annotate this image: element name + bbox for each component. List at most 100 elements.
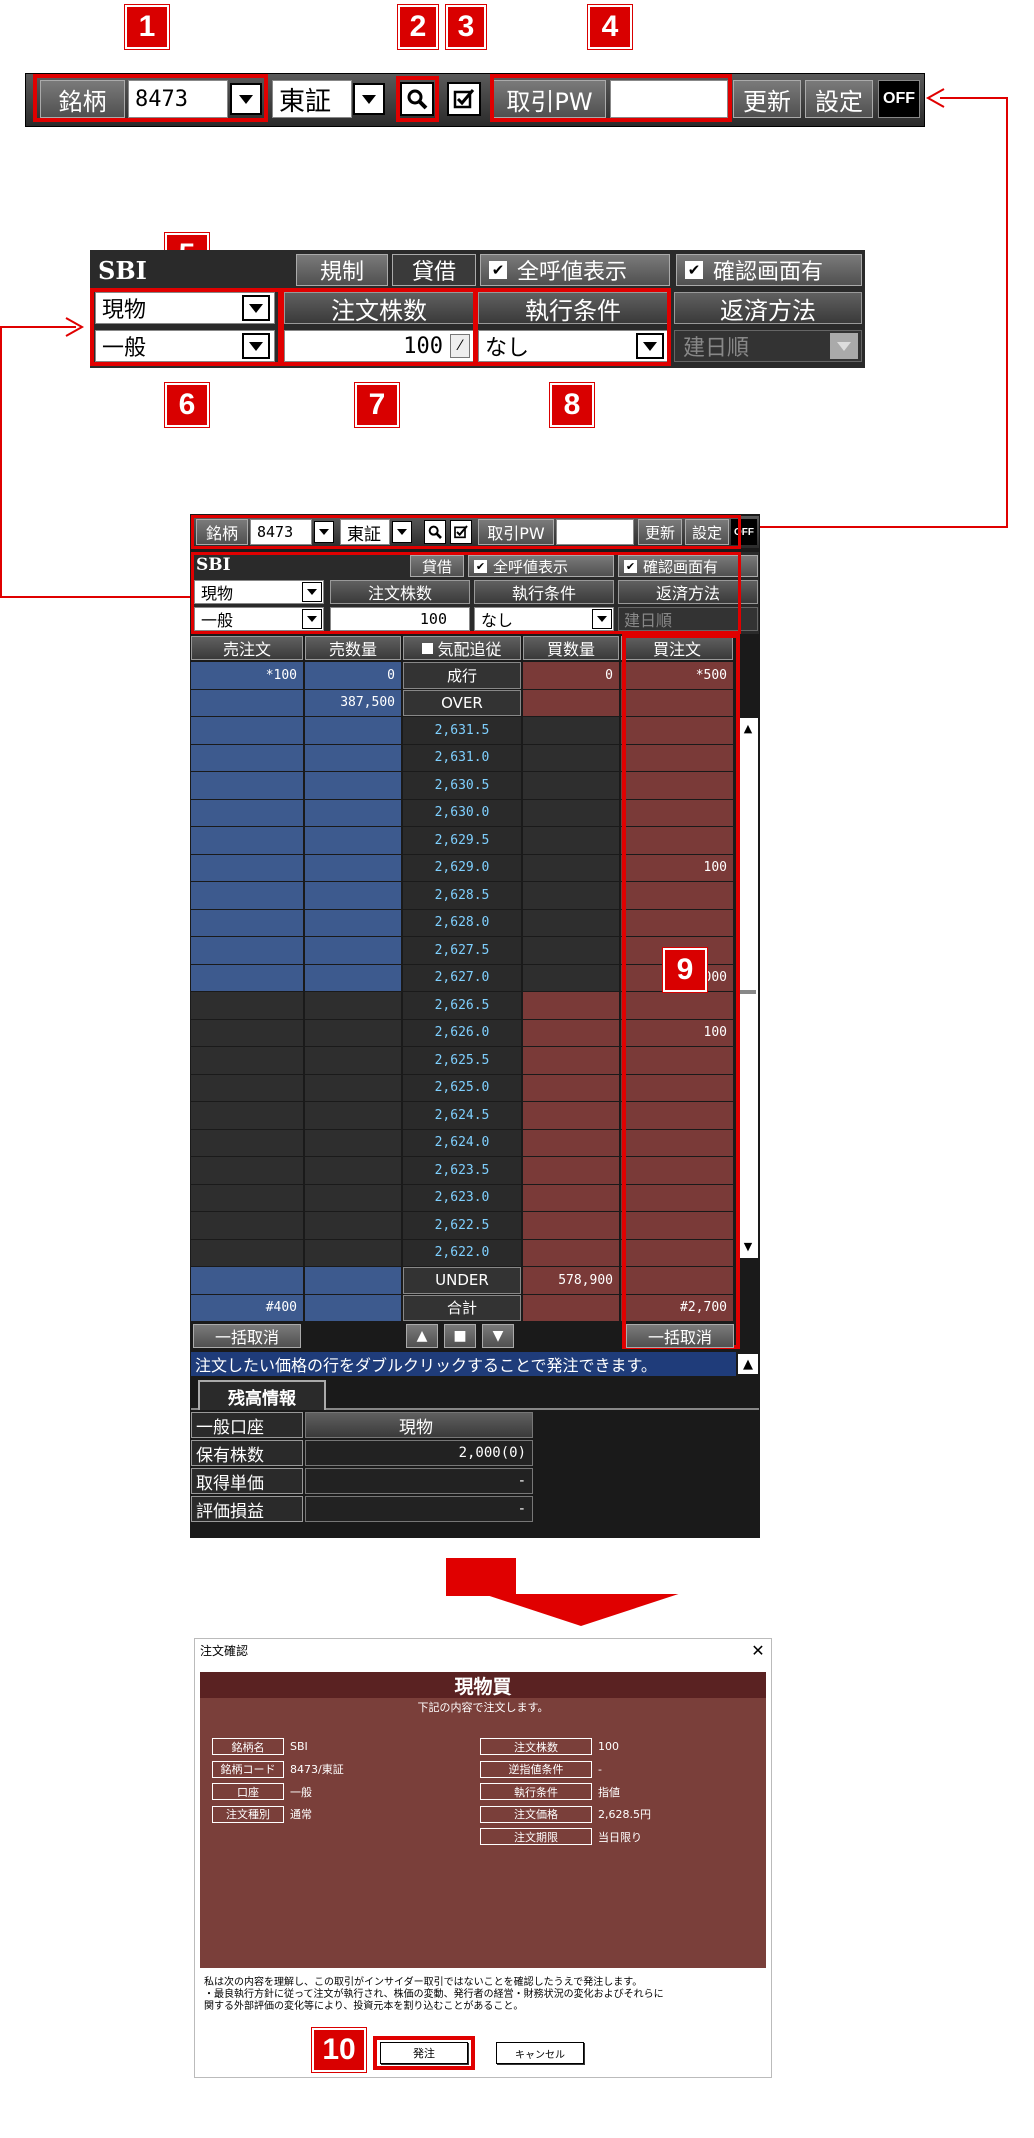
price-cell[interactable]: 2,628.0 [403,909,521,936]
confirm-screen-toggle[interactable]: ✔ 確認画面有 [676,254,862,286]
sell-order-cell[interactable] [191,689,303,716]
price-cell[interactable]: 成行 [403,662,521,689]
buy-qty-cell[interactable] [523,909,619,936]
sell-order-cell[interactable]: #400 [191,1294,303,1321]
sell-qty-cell[interactable] [305,717,401,744]
price-cell[interactable]: 2,628.5 [403,882,521,909]
buy-qty-cell[interactable] [523,744,619,771]
market-select[interactable]: 東証 [272,80,352,118]
sell-order-cell[interactable] [191,882,303,909]
sell-qty-cell[interactable] [305,799,401,826]
price-cell[interactable]: 2,623.5 [403,1157,521,1184]
board-scrollbar[interactable] [738,718,758,1258]
buy-qty-cell[interactable] [523,854,619,881]
holdings-tab[interactable]: 残高情報 [198,1380,326,1410]
sell-order-cell[interactable] [191,1074,303,1101]
sell-qty-cell[interactable] [305,744,401,771]
buy-qty-cell[interactable] [523,827,619,854]
price-cell[interactable]: 2,631.5 [403,717,521,744]
sell-order-cell[interactable] [191,1239,303,1266]
price-cell[interactable]: 2,627.5 [403,937,521,964]
buy-qty-cell[interactable] [523,717,619,744]
sell-qty-cell[interactable] [305,1212,401,1239]
update-button[interactable]: 更新 [733,80,801,118]
sell-order-cell[interactable] [191,854,303,881]
sell-order-cell[interactable] [191,1019,303,1046]
sell-qty-cell[interactable] [305,964,401,991]
buy-qty-cell[interactable] [523,1184,619,1211]
buy-qty-cell[interactable] [523,1129,619,1156]
sell-order-cell[interactable] [191,772,303,799]
price-cell[interactable]: 合計 [403,1294,521,1321]
price-cell[interactable]: 2,622.0 [403,1239,521,1266]
scroll-down-arrow-icon[interactable]: ▼ [740,1238,756,1254]
buy-qty-cell[interactable] [523,937,619,964]
price-cell[interactable]: 2,631.0 [403,744,521,771]
price-cell[interactable]: UNDER [403,1267,521,1294]
check-button[interactable] [447,82,481,116]
sell-order-cell[interactable] [191,1157,303,1184]
cancel-all-sell-button[interactable]: 一括取消 [193,1324,301,1348]
sell-order-cell[interactable] [191,937,303,964]
buy-qty-cell[interactable] [523,1019,619,1046]
expand-arrow-icon[interactable]: ▲ [738,1354,758,1374]
scroll-up-arrow-icon[interactable]: ▲ [740,720,756,736]
buy-qty-cell[interactable] [523,772,619,799]
price-cell[interactable]: 2,629.0 [403,854,521,881]
sell-qty-cell[interactable] [305,1239,401,1266]
price-cell[interactable]: 2,625.0 [403,1074,521,1101]
sell-order-cell[interactable] [191,1129,303,1156]
settings-button[interactable]: 設定 [805,80,873,118]
sell-qty-cell[interactable] [305,937,401,964]
buy-qty-cell[interactable] [523,992,619,1019]
dialog-close-button[interactable]: ✕ [748,1640,768,1660]
sell-order-cell[interactable]: *100 [191,662,303,689]
board-header-follow-quote[interactable]: 気配追従 [403,636,521,660]
market-dropdown-button[interactable] [353,83,385,115]
sell-qty-cell[interactable]: 387,500 [305,689,401,716]
sell-qty-cell[interactable] [305,909,401,936]
sell-qty-cell[interactable] [305,1102,401,1129]
sell-qty-cell[interactable] [305,1129,401,1156]
price-cell[interactable]: 2,624.0 [403,1129,521,1156]
off-toggle[interactable]: OFF [878,80,920,118]
price-cell[interactable]: 2,626.5 [403,992,521,1019]
sell-order-cell[interactable] [191,1102,303,1129]
buy-qty-cell[interactable] [523,1212,619,1239]
sell-qty-cell[interactable] [305,1074,401,1101]
sell-order-cell[interactable] [191,992,303,1019]
cancel-all-buy-button[interactable]: 一括取消 [626,1324,734,1348]
center-button[interactable]: ■ [444,1324,476,1348]
sell-qty-cell[interactable] [305,854,401,881]
rule-button[interactable]: 規制 [296,254,388,286]
price-cell[interactable]: 2,630.0 [403,799,521,826]
sell-order-cell[interactable] [191,744,303,771]
price-cell[interactable]: 2,624.5 [403,1102,521,1129]
buy-qty-cell[interactable] [523,1102,619,1129]
sell-qty-cell[interactable] [305,1047,401,1074]
all-quotes-toggle[interactable]: ✔ 全呼値表示 [480,254,670,286]
buy-qty-cell[interactable] [523,799,619,826]
sell-order-cell[interactable] [191,1212,303,1239]
price-cell[interactable]: 2,626.0 [403,1019,521,1046]
buy-qty-cell[interactable] [523,1157,619,1184]
sell-qty-cell[interactable] [305,1157,401,1184]
buy-qty-cell[interactable]: 0 [523,662,619,689]
sell-qty-cell[interactable] [305,882,401,909]
sell-qty-cell[interactable] [305,992,401,1019]
price-cell[interactable]: 2,627.0 [403,964,521,991]
price-cell[interactable]: 2,622.5 [403,1212,521,1239]
buy-qty-cell[interactable] [523,1047,619,1074]
sell-qty-cell[interactable] [305,1267,401,1294]
scroll-thumb[interactable] [740,990,756,994]
sell-qty-cell[interactable] [305,827,401,854]
sell-order-cell[interactable] [191,717,303,744]
sell-order-cell[interactable] [191,1184,303,1211]
price-cell[interactable]: 2,629.5 [403,827,521,854]
price-cell[interactable]: 2,630.5 [403,772,521,799]
sell-order-cell[interactable] [191,909,303,936]
sell-qty-cell[interactable] [305,1019,401,1046]
buy-qty-cell[interactable]: 578,900 [523,1267,619,1294]
sell-order-cell[interactable] [191,799,303,826]
price-cell[interactable]: 2,623.0 [403,1184,521,1211]
